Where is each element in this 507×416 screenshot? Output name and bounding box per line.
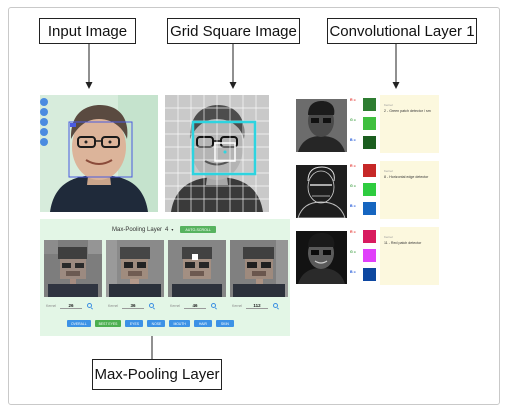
pooled-face-4 [230,240,288,297]
filter-value-input[interactable]: 112 [246,303,268,309]
g-channel-label: G = [350,250,356,254]
callout-input-image: Input Image [39,18,136,44]
filter-control-1: Kernel 26 [46,301,104,310]
max-pooling-layer-select[interactable]: 4 [165,227,168,233]
kernel-b-swatch [363,136,376,149]
arrow-grid-square-image [229,44,237,89]
hair-button[interactable]: HAIR [193,320,212,327]
skin-button[interactable]: SKIN [215,320,234,327]
conv-filter-row-3[interactable]: R = G = B = Kernel 11 - Red patch detect… [293,227,439,288]
auto-scroll-button[interactable]: AUTO-SCROLL [180,226,216,233]
max-pooling-panel: Max-Pooling Layer 4 ▾ AUTO-SCROLL Kernel… [40,219,290,336]
tool-hand-icon[interactable] [40,98,48,106]
nose-button[interactable]: NOSE [147,320,166,327]
kernel-g-swatch [363,183,376,196]
activation-map-1 [296,99,347,152]
chevron-down-icon[interactable]: ▾ [171,227,173,232]
filter-description: 2 - Green patch detector / sm [384,109,431,113]
filter-control-4: Kernel 112 [232,301,290,310]
filter-label: Kernel [108,303,119,308]
b-channel-label: B = [350,138,356,142]
callout-convolutional-layer: Convolutional Layer 1 [327,18,477,44]
search-icon[interactable] [273,303,278,308]
filter-label: Kernel [170,303,181,308]
activation-map-2 [296,165,347,218]
filter-description-card: Kernel 8 - Horizontal edge detector [380,161,439,219]
b-channel-label: B = [350,270,356,274]
g-channel-label: G = [350,118,356,122]
tool-reset-icon[interactable] [40,138,48,146]
filter-label: Kernel [232,303,243,308]
grid-face-photo [165,95,269,212]
filter-value-input[interactable]: 26 [60,303,82,309]
filter-control-3: Kernel 46 [170,301,228,310]
search-icon[interactable] [211,303,216,308]
mouth-button[interactable]: MOUTH [169,320,190,327]
input-image [40,95,158,212]
conv-filter-row-1[interactable]: R = G = B = Kernel 2 - Green patch detec… [293,95,439,156]
max-pooling-header: Max-Pooling Layer 4 ▾ AUTO-SCROLL [112,226,216,233]
tool-zoom-icon[interactable] [40,108,48,116]
filter-label: Kernel [46,303,57,308]
tool-box-icon[interactable] [40,128,48,136]
eyes-button[interactable]: EYES [125,320,144,327]
search-icon[interactable] [87,303,92,308]
kernel-g-swatch [363,249,376,262]
kernel-label: Kernel [384,169,393,173]
filter-description: 8 - Horizontal edge detector [384,175,429,179]
pooled-face-3 [168,240,226,297]
filter-value-input[interactable]: 46 [184,303,206,309]
best-eyes-button[interactable]: BEST EYES [94,320,122,327]
conv-filter-row-2[interactable]: R = G = B = Kernel 8 - Horizontal edge d… [293,161,439,222]
pooled-face-2 [106,240,164,297]
input-face-photo [40,95,158,212]
feature-button-bar: OVERALL BEST EYES EYES NOSE MOUTH HAIR S… [67,320,234,327]
filter-description: 11 - Red patch detector [384,241,422,245]
tool-move-icon[interactable] [40,118,48,126]
r-channel-label: R = [350,164,356,168]
kernel-label: Kernel [384,235,393,239]
kernel-r-swatch [363,98,376,111]
r-channel-label: R = [350,98,356,102]
arrow-input-image [85,44,93,89]
activation-map-3 [296,231,347,284]
filter-description-card: Kernel 2 - Green patch detector / sm [380,95,439,153]
b-channel-label: B = [350,204,356,208]
overall-button[interactable]: OVERALL [67,320,91,327]
kernel-r-swatch [363,230,376,243]
convolutional-layer-panel: R = G = B = Kernel 2 - Green patch detec… [293,95,439,338]
pooled-face-1 [44,240,102,297]
callout-max-pooling-layer: Max-Pooling Layer [92,359,222,390]
filter-control-2: Kernel 36 [108,301,166,310]
kernel-b-swatch [363,202,376,215]
r-channel-label: R = [350,230,356,234]
max-pooling-title: Max-Pooling Layer [112,226,163,233]
kernel-b-swatch [363,268,376,281]
callout-grid-square-image: Grid Square Image [167,18,300,44]
kernel-g-swatch [363,117,376,130]
g-channel-label: G = [350,184,356,188]
grid-square-image [165,95,269,212]
kernel-label: Kernel [384,103,393,107]
arrow-convolutional-layer [392,44,400,89]
search-icon[interactable] [149,303,154,308]
filter-description-card: Kernel 11 - Red patch detector [380,227,439,285]
filter-value-input[interactable]: 36 [122,303,144,309]
kernel-r-swatch [363,164,376,177]
